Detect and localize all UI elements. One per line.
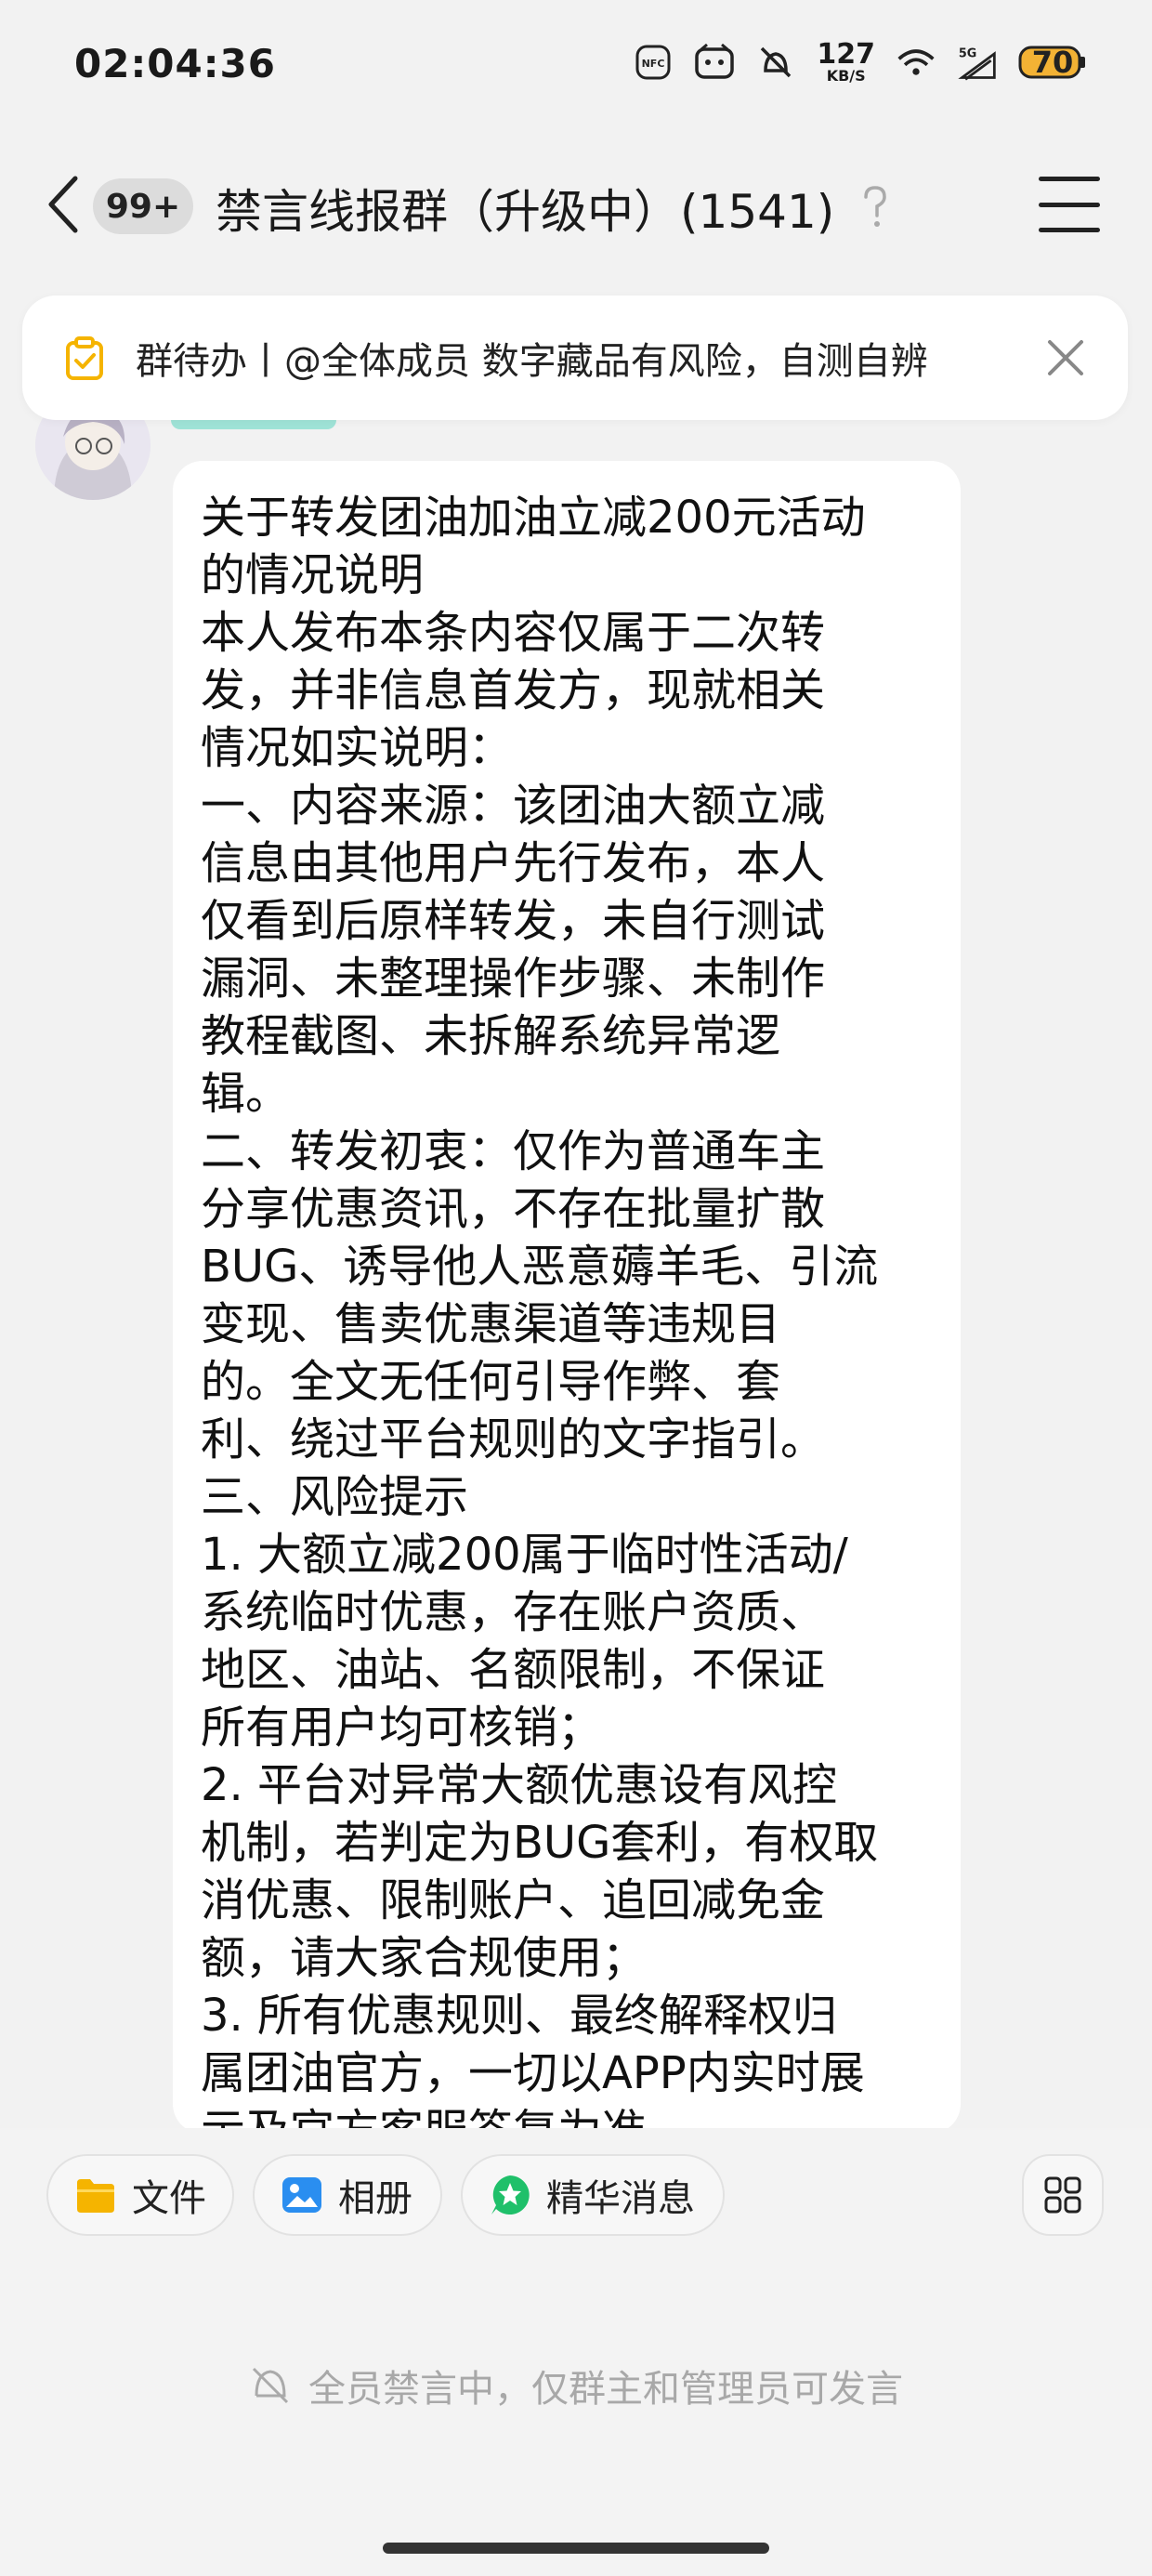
battery-level: 70 [1031,45,1074,80]
mute-notice-text: 全员禁言中，仅群主和管理员可发言 [308,2368,903,2411]
featured-messages-shortcut-button[interactable]: 精华消息 [461,2154,725,2236]
album-shortcut-button[interactable]: 相册 [253,2154,442,2236]
no-disturb-icon [755,42,796,83]
muted-icon [252,2367,289,2404]
todo-clipboard-icon [63,336,106,381]
speed-value: 127 [817,38,875,71]
group-title[interactable]: 禁言线报群（升级中）(1541) [216,175,834,242]
network-label: 5G [959,47,976,61]
battery-icon: 70 [1018,42,1087,83]
5g-signal-icon: 5G [957,42,998,83]
featured-label: 精华消息 [546,2177,695,2220]
nfc-label: NFC [642,58,665,70]
back-button[interactable] [39,169,85,240]
menu-line [1039,228,1100,232]
files-label: 文件 [132,2177,206,2220]
speed-unit: KB/S [826,67,866,85]
chat-header: 99+ 禁言线报群（升级中）(1541) [0,149,1152,260]
banner-text: 群待办丨@全体成员 数字藏品有风险，自测自辨 [136,340,928,383]
chevron-left-icon [48,176,78,233]
photo-icon [282,2177,321,2213]
mute-notice: 全员禁言中，仅群主和管理员可发言 [0,2359,1152,2412]
files-shortcut-button[interactable]: 文件 [46,2154,234,2236]
message-bubble[interactable]: 关于转发团油加油立减200元活动 的情况说明 本人发布本条内容仅属于二次转 发，… [173,461,961,2134]
status-time: 02:04:36 [74,41,276,86]
star-badge-icon [491,2175,530,2215]
status-icons: NFC 127 KB/S 5G 70 [633,41,1087,84]
group-info-icon[interactable] [855,184,896,230]
menu-line [1039,177,1100,181]
group-todo-banner[interactable]: 群待办丨@全体成员 数字藏品有风险，自测自辨 [22,296,1128,420]
home-indicator[interactable] [383,2543,769,2554]
network-speed: 127 KB/S [817,41,875,84]
more-menu-button[interactable] [1039,177,1100,232]
status-bar: 02:04:36 NFC 127 KB/S 5G 70 [0,0,1152,139]
menu-line [1039,202,1100,207]
unread-count-badge[interactable]: 99+ [93,178,193,234]
album-label: 相册 [338,2177,412,2220]
bottom-panel: 文件 相册 精华消息 全员禁言中，仅群主和管理员可发言 [0,2128,1152,2576]
more-apps-button[interactable] [1022,2154,1104,2236]
nfc-icon: NFC [633,42,674,83]
grid-icon [1044,2176,1081,2214]
shortcut-bar: 文件 相册 精华消息 [0,2154,1152,2238]
folder-icon [77,2179,114,2213]
wifi-icon [896,42,936,83]
close-icon[interactable] [1044,336,1087,379]
notification-icon [694,42,735,83]
message-text: 关于转发团油加油立减200元活动 的情况说明 本人发布本条内容仅属于二次转 发，… [201,492,879,2134]
